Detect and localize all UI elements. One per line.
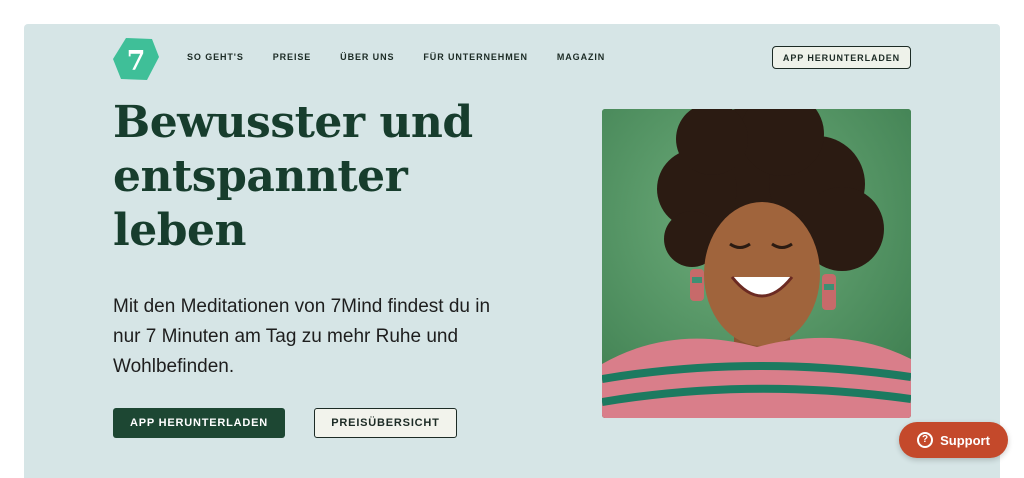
nav-download-button[interactable]: APP HERUNTERLADEN	[772, 46, 911, 69]
nav-item-fuer-unternehmen[interactable]: FÜR UNTERNEHMEN	[423, 52, 528, 62]
support-label: Support	[940, 432, 990, 448]
smiling-woman-image	[602, 109, 911, 418]
main-nav: SO GEHT'S PREISE ÜBER UNS FÜR UNTERNEHME…	[187, 52, 634, 62]
nav-item-preise[interactable]: PREISE	[273, 52, 311, 62]
pricing-overview-button[interactable]: PREISÜBERSICHT	[314, 408, 457, 438]
hero-photo	[602, 109, 911, 418]
nav-item-ueber-uns[interactable]: ÜBER UNS	[340, 52, 394, 62]
brand-logo[interactable]: 7	[112, 37, 160, 81]
question-circle-icon: ?	[917, 432, 934, 448]
nav-item-magazin[interactable]: MAGAZIN	[557, 52, 605, 62]
download-app-button[interactable]: APP HERUNTERLADEN	[113, 408, 285, 438]
hero-headline: Bewusster und entspannter leben	[113, 97, 473, 256]
logo-text: 7	[127, 46, 146, 77]
nav-item-so-gehts[interactable]: SO GEHT'S	[187, 52, 244, 62]
support-button[interactable]: ? Support	[899, 422, 1008, 458]
hero-subtext: Mit den Meditationen von 7Mind findest d…	[113, 296, 491, 377]
